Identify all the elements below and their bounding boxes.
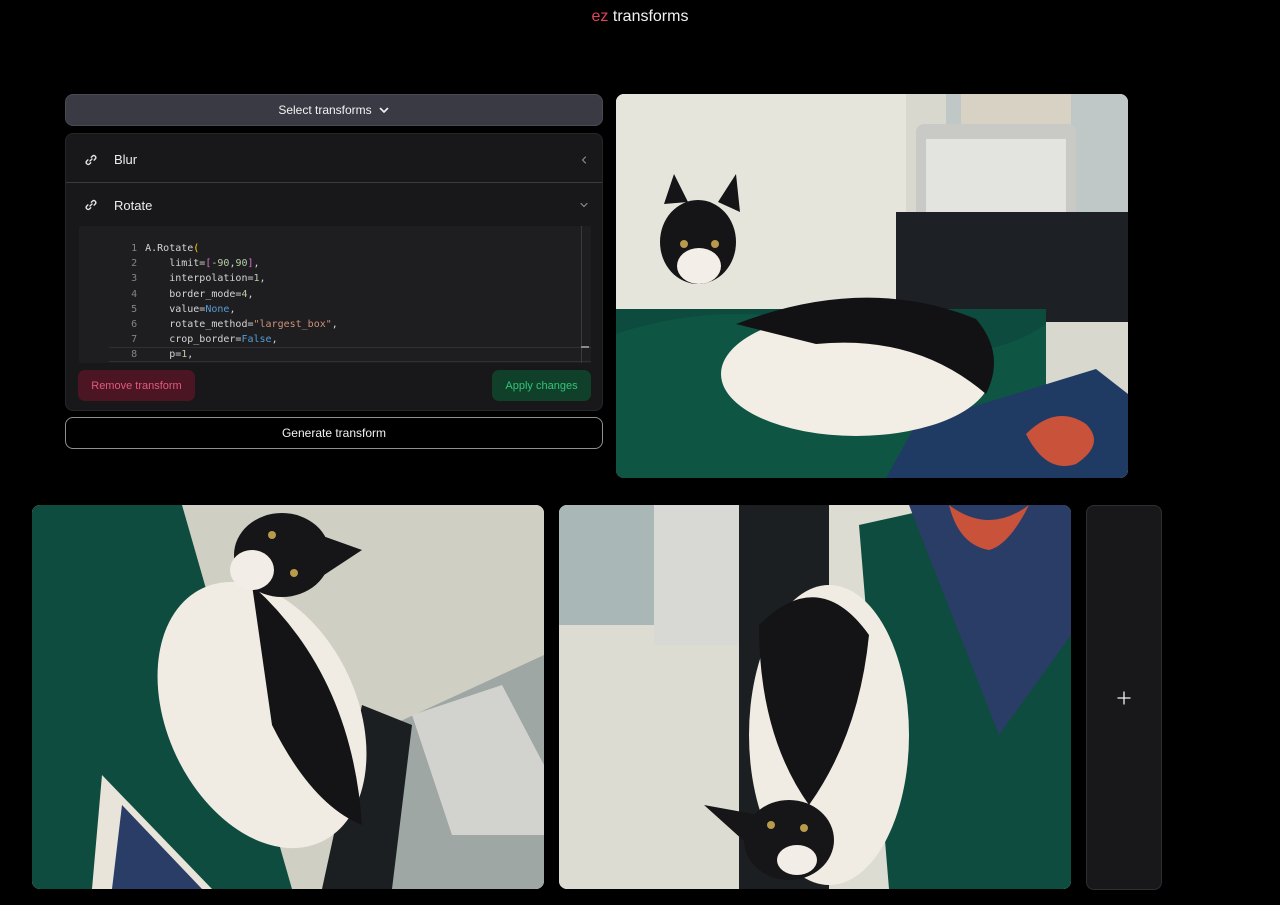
link-icon — [85, 154, 97, 165]
cat-photo-original — [616, 94, 1128, 478]
code-line: 8 p=1, — [131, 349, 194, 360]
select-transforms-label: Select transforms — [278, 103, 372, 117]
cat-photo-rotated-2 — [559, 505, 1071, 889]
app-brand: ez — [591, 8, 609, 25]
remove-transform-button[interactable]: Remove transform — [78, 370, 195, 401]
chevron-left-icon[interactable] — [578, 154, 590, 166]
chevron-down-icon[interactable] — [578, 199, 590, 211]
apply-changes-button[interactable]: Apply changes — [492, 370, 591, 401]
chevron-down-icon — [379, 107, 388, 113]
cat-photo-rotated-1 — [32, 505, 544, 889]
code-line: 3 interpolation=1, — [131, 273, 266, 284]
transforms-panel: Blur Rotate 1 A.Rotate( 2 limit=[-90,90],… — [65, 133, 603, 411]
generate-transform-button[interactable]: Generate transform — [65, 417, 603, 449]
original-image[interactable] — [616, 94, 1128, 478]
add-image-button[interactable] — [1086, 505, 1162, 890]
result-image-1[interactable] — [32, 505, 544, 889]
transform-item-rotate[interactable]: Rotate — [66, 182, 602, 228]
transform-item-blur[interactable]: Blur — [66, 137, 602, 183]
code-editor[interactable]: 1 A.Rotate( 2 limit=[-90,90], 3 interpola… — [79, 226, 591, 363]
app-title: ez transforms — [0, 8, 1280, 26]
code-line: 9) — [79, 347, 579, 362]
editor-scrollbar-thumb[interactable] — [581, 346, 589, 348]
transform-label-blur: Blur — [114, 152, 138, 167]
app-title-text: transforms — [612, 8, 689, 25]
select-transforms-button[interactable]: Select transforms — [65, 94, 603, 126]
plus-icon — [1117, 690, 1131, 705]
code-line: 2 limit=[-90,90], — [131, 258, 260, 269]
transform-label-rotate: Rotate — [114, 197, 153, 213]
code-line: 6 rotate_method="largest_box", — [131, 319, 338, 330]
result-image-2[interactable] — [559, 505, 1071, 889]
code-line: 1 A.Rotate( — [131, 243, 200, 254]
link-icon — [85, 199, 97, 211]
code-line: 4 border_mode=4, — [131, 289, 254, 300]
code-line: 5 value=None, — [131, 304, 236, 315]
code-line: 7 crop_border=False, — [131, 334, 278, 345]
editor-scrollbar[interactable] — [581, 226, 589, 363]
